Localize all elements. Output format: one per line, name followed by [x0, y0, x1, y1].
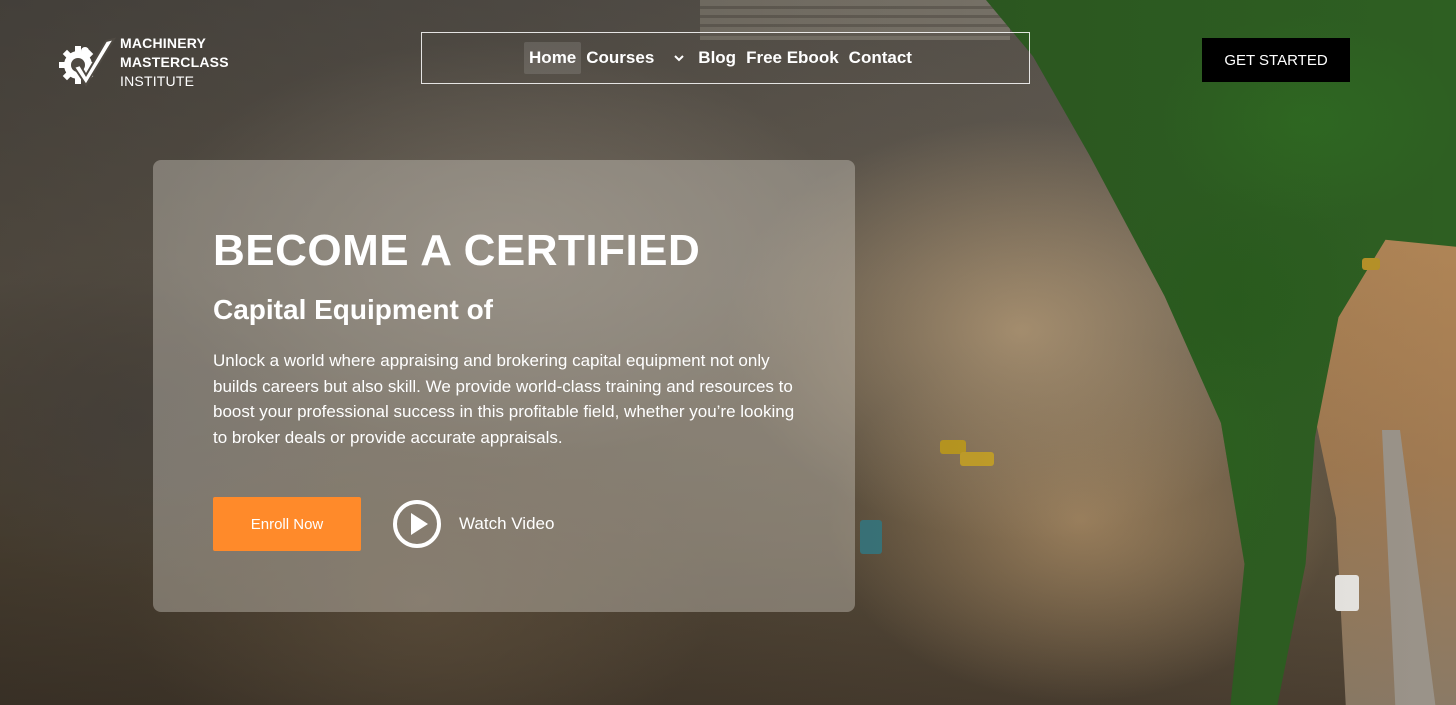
hero-title: BECOME A CERTIFIED	[213, 226, 701, 275]
hero-description: Unlock a world where appraising and brok…	[213, 351, 795, 447]
nav-item-label: Free Ebook	[746, 48, 839, 67]
nav-item-contact[interactable]: Contact	[844, 42, 917, 74]
enroll-now-button[interactable]: Enroll Now	[213, 497, 361, 551]
nav-item-label: Courses	[586, 48, 655, 67]
play-circle-icon	[393, 500, 441, 548]
nav-item-home[interactable]: Home	[524, 42, 582, 74]
hero-card: BECOME A CERTIFIED Capital Equipment of …	[153, 160, 855, 612]
brand-line-1: MACHINERY	[120, 35, 207, 51]
nav-item-blog[interactable]: Blog	[693, 42, 741, 74]
gear-check-icon	[59, 36, 116, 87]
nav-item-free-ebook[interactable]: Free Ebook	[741, 42, 844, 74]
chevron-down-icon	[674, 55, 685, 62]
watch-video-label: Watch Video	[459, 514, 555, 533]
watch-video-link[interactable]: Watch Video	[392, 499, 554, 549]
brand-line-2: MASTERCLASS	[120, 54, 229, 70]
brand-line-3: INSTITUTE	[120, 73, 195, 89]
nav-item-label: Blog	[698, 48, 737, 67]
nav-item-label: Contact	[848, 48, 912, 67]
main-nav: Home Courses Blog Free Ebook Contact	[421, 32, 1030, 84]
hero-subtitle: Capital Equipment of	[213, 294, 493, 325]
nav-item-label: Home	[529, 48, 577, 67]
brand-logo[interactable]: MACHINERY MASTERCLASS INSTITUTE	[58, 34, 229, 91]
nav-item-courses[interactable]: Courses	[581, 42, 693, 74]
get-started-button[interactable]: GET STARTED	[1202, 38, 1350, 82]
